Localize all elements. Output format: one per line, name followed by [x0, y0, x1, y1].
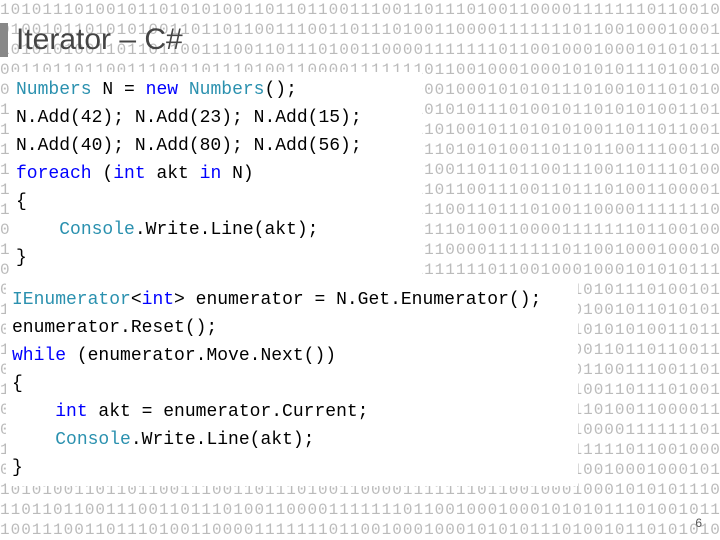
code-token: akt [146, 164, 200, 184]
code-token: N.Add(40); N.Add(80); N.Add(56); [16, 136, 362, 156]
code-token: Numbers [189, 80, 265, 100]
code-token [178, 80, 189, 100]
code-line: Console.Write.Line(akt); [12, 426, 572, 454]
code-line: } [12, 454, 572, 482]
code-token: enumerator.Reset(); [12, 318, 217, 338]
code-line: IEnumerator<int> enumerator = N.Get.Enum… [12, 286, 572, 314]
code-token: } [16, 248, 27, 268]
code-token: .Write.Line(akt); [131, 430, 315, 450]
code-token: new [146, 80, 178, 100]
code-token: N = [92, 80, 146, 100]
code-line: foreach (int akt in N) [16, 160, 416, 188]
code-token: foreach [16, 164, 92, 184]
code-line: } [16, 244, 416, 272]
title-accent-bar [0, 23, 8, 57]
code-token: IEnumerator [12, 290, 131, 310]
code-block-foreach: Numbers N = new Numbers();N.Add(42); N.A… [10, 72, 422, 276]
code-token: { [12, 374, 23, 394]
code-line: N.Add(42); N.Add(23); N.Add(15); [16, 104, 416, 132]
code-token: ( [92, 164, 114, 184]
code-line: Numbers N = new Numbers(); [16, 76, 416, 104]
code-token [16, 220, 59, 240]
code-token: Console [55, 430, 131, 450]
code-line: Console.Write.Line(akt); [16, 216, 416, 244]
slide-title-bar: Iterator – C# [0, 20, 183, 60]
code-token: < [131, 290, 142, 310]
code-token: N) [221, 164, 253, 184]
code-token: int [113, 164, 145, 184]
code-token: int [55, 402, 87, 422]
code-line: { [16, 188, 416, 216]
code-token: > enumerator = N.Get.Enumerator(); [174, 290, 541, 310]
code-token: { [16, 192, 27, 212]
code-token: (); [264, 80, 296, 100]
code-token: int [142, 290, 174, 310]
code-token: (enumerator.Move.Next()) [66, 346, 336, 366]
code-token: Numbers [16, 80, 92, 100]
code-line: while (enumerator.Move.Next()) [12, 342, 572, 370]
code-token: .Write.Line(akt); [135, 220, 319, 240]
code-token [12, 430, 55, 450]
code-block-enumerator: IEnumerator<int> enumerator = N.Get.Enum… [6, 282, 578, 486]
code-token: Console [59, 220, 135, 240]
code-token: } [12, 458, 23, 478]
code-token: while [12, 346, 66, 366]
code-line: N.Add(40); N.Add(80); N.Add(56); [16, 132, 416, 160]
code-line: { [12, 370, 572, 398]
code-token: akt = enumerator.Current; [88, 402, 369, 422]
page-number: 6 [695, 516, 702, 530]
code-token [12, 402, 55, 422]
code-line: enumerator.Reset(); [12, 314, 572, 342]
code-token: N.Add(42); N.Add(23); N.Add(15); [16, 108, 362, 128]
code-token: in [200, 164, 222, 184]
slide-title: Iterator – C# [16, 23, 183, 57]
code-line: int akt = enumerator.Current; [12, 398, 572, 426]
